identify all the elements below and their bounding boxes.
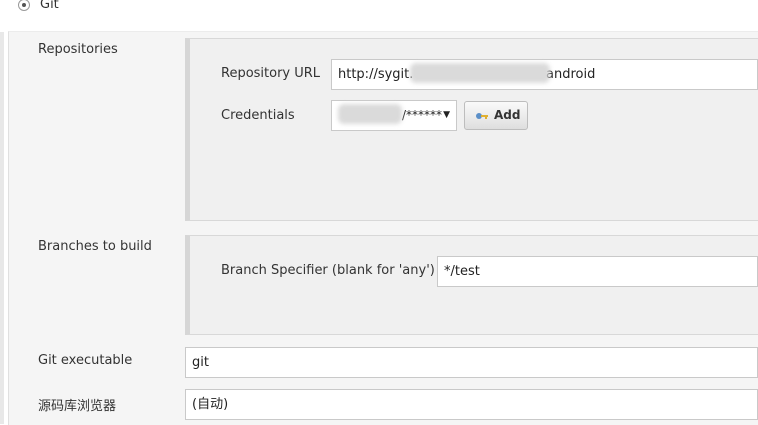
repository-url-suffix: android — [546, 67, 596, 82]
repository-url-label: Repository URL — [221, 66, 321, 81]
git-executable-input[interactable]: git — [185, 347, 758, 378]
repo-browser-select[interactable]: (自动) — [185, 389, 758, 420]
dropdown-arrow-icon: ▼ — [443, 110, 450, 120]
scm-git-label: Git — [40, 0, 59, 12]
repo-browser-label: 源码库浏览器 — [38, 399, 117, 414]
add-credentials-button[interactable]: Add — [464, 101, 528, 130]
branches-label: Branches to build — [38, 239, 152, 254]
credentials-label: Credentials — [221, 108, 295, 123]
key-icon — [476, 113, 488, 119]
branch-specifier-label: Branch Specifier (blank for 'any') — [221, 263, 435, 278]
radio-selected-icon[interactable] — [18, 0, 30, 11]
repository-url-prefix: http://sygit. — [338, 67, 414, 82]
add-button-label: Add — [494, 108, 521, 122]
branch-specifier-input[interactable]: */test — [437, 256, 758, 287]
redacted-credential — [338, 104, 402, 124]
scm-option-git[interactable]: Git — [0, 0, 758, 32]
git-executable-label: Git executable — [38, 353, 133, 368]
redacted-region — [410, 63, 550, 83]
left-border — [0, 0, 4, 424]
credentials-value: /****** — [402, 108, 443, 122]
repositories-label: Repositories — [38, 42, 118, 57]
